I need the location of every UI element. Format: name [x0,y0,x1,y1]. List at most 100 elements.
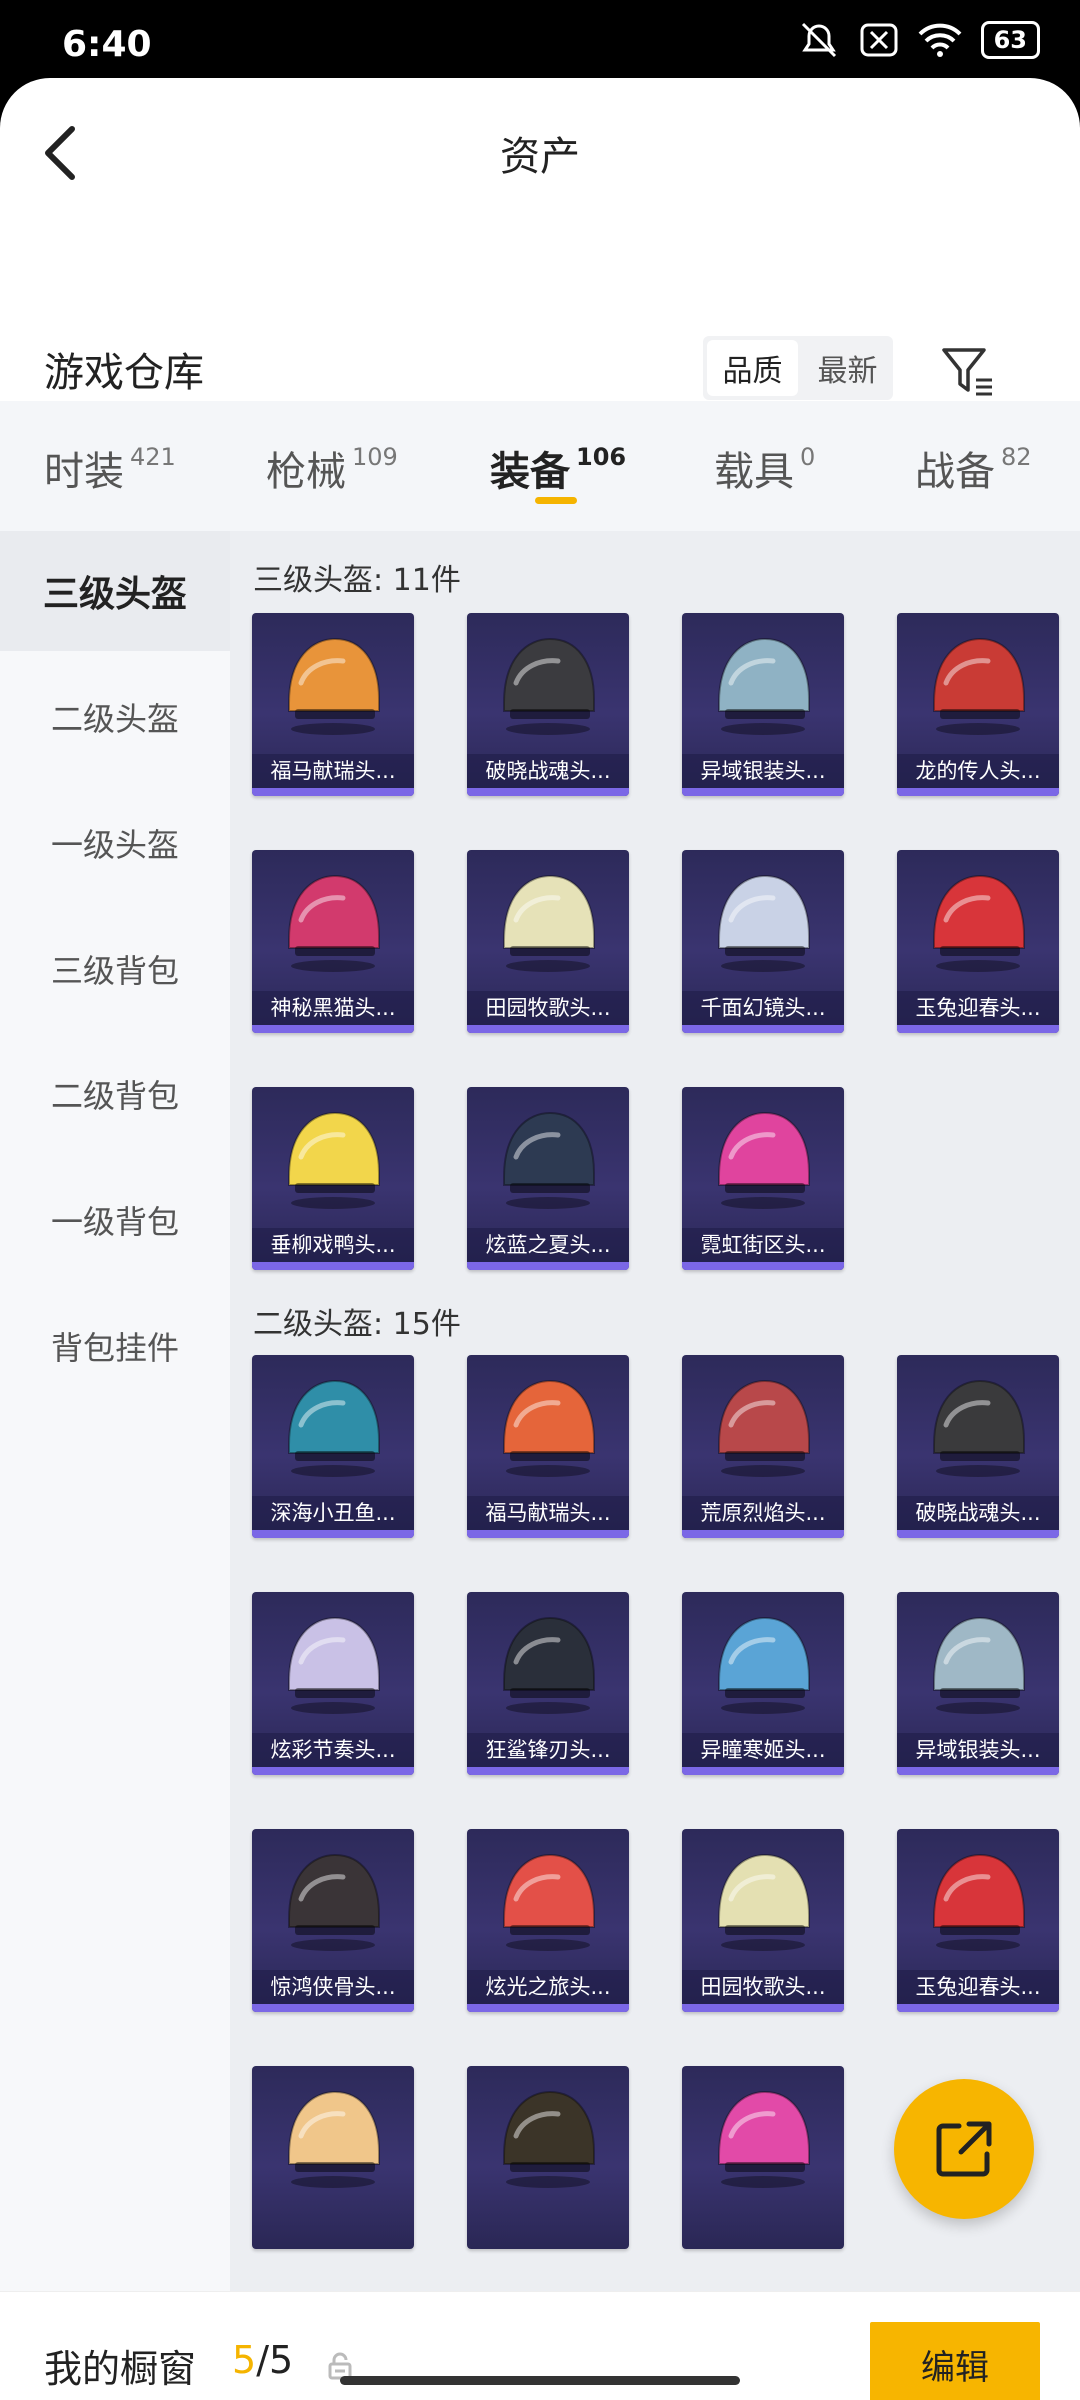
item-name: 炫蓝之夏头... [467,1228,629,1262]
item-card[interactable]: 千面幻镜头... [682,850,844,1033]
helmet-icon [682,1592,844,1732]
share-icon [936,2121,992,2177]
item-name: 破晓战魂头... [467,754,629,788]
item-name: 垂柳戏鸭头... [252,1228,414,1262]
sidebar-item-level2-backpack[interactable]: 二级背包 [0,1034,230,1154]
helmet-icon [252,1829,414,1969]
rarity-bar [682,1262,844,1270]
rarity-bar [467,1262,629,1270]
item-name: 龙的传人头... [897,754,1059,788]
item-card[interactable]: 异域银装头... [897,1592,1059,1775]
tab-label: 时装 [44,449,124,495]
item-card[interactable] [467,2066,629,2249]
sidebar-item-level1-backpack[interactable]: 一级背包 [0,1160,230,1280]
helmet-icon [682,1829,844,1969]
filter-icon[interactable] [940,344,996,400]
helmet-icon [252,850,414,990]
status-icons: 63 [797,20,1040,60]
item-card[interactable]: 狂鲨锋刃头... [467,1592,629,1775]
item-grid-area[interactable]: 三级头盔: 11件 二级头盔: 15件 福马献瑞头... 破晓战魂头... 异域银装… [230,531,1080,2291]
rarity-bar [897,1530,1059,1538]
sidebar-item-level2-helmet[interactable]: 二级头盔 [0,657,230,777]
sort-quality-button[interactable]: 品质 [707,340,798,396]
asset-page: 资产 游戏仓库 品质 最新 时装 421 枪械 109 装备 106 载具 0 战备 82… [0,78,1080,2400]
tab-label: 载具 [714,449,794,495]
sidebar-item-level1-helmet[interactable]: 一级头盔 [0,783,230,903]
tab-label: 战备 [915,449,995,495]
item-card[interactable]: 龙的传人头... [897,613,1059,796]
rarity-bar [252,1530,414,1538]
helmet-icon [467,1592,629,1732]
sidebar-item-backpack-charms[interactable]: 背包挂件 [0,1286,230,1406]
rarity-bar [252,1025,414,1033]
sim-off-icon [860,23,898,57]
item-name: 荒原烈焰头... [682,1496,844,1530]
item-card[interactable]: 炫彩节奏头... [252,1592,414,1775]
item-name: 田园牧歌头... [467,991,629,1025]
tab-equipment[interactable]: 装备 106 [490,439,626,497]
item-card[interactable]: 破晓战魂头... [467,613,629,796]
item-name: 异瞳寒姬头... [682,1733,844,1767]
helmet-icon [897,1355,1059,1495]
sidebar-item-level3-backpack[interactable]: 三级背包 [0,909,230,1029]
rarity-bar [682,2004,844,2012]
item-card[interactable]: 玉兔迎春头... [897,850,1059,1033]
tab-fashion[interactable]: 时装 421 [44,439,176,497]
item-card[interactable]: 田园牧歌头... [682,1829,844,2012]
item-card[interactable]: 田园牧歌头... [467,850,629,1033]
edit-button[interactable]: 编辑 [870,2322,1040,2400]
showcase-current: 5 [232,2338,257,2382]
helmet-icon [467,1829,629,1969]
item-card[interactable]: 惊鸿侠骨头... [252,1829,414,2012]
item-card[interactable]: 荒原烈焰头... [682,1355,844,1538]
rarity-bar [897,1025,1059,1033]
rarity-bar [467,1025,629,1033]
home-indicator[interactable] [340,2376,740,2385]
helmet-icon [467,1355,629,1495]
helmet-icon [682,1087,844,1227]
item-name: 田园牧歌头... [682,1970,844,2004]
item-card[interactable]: 玉兔迎春头... [897,1829,1059,2012]
rarity-bar [682,1530,844,1538]
tab-firearms[interactable]: 枪械 109 [266,439,398,497]
helmet-icon [682,2066,844,2206]
wifi-icon [918,23,962,57]
item-card[interactable]: 神秘黑猫头... [252,850,414,1033]
item-name: 破晓战魂头... [897,1496,1059,1530]
tab-vehicles[interactable]: 载具 0 [714,439,815,497]
helmet-icon [897,850,1059,990]
helmet-icon [467,1087,629,1227]
item-card[interactable] [252,2066,414,2249]
helmet-icon [467,2066,629,2206]
item-card[interactable]: 福马献瑞头... [467,1355,629,1538]
helmet-icon [682,1355,844,1495]
helmet-icon [897,1829,1059,1969]
item-card[interactable]: 垂柳戏鸭头... [252,1087,414,1270]
tab-combat-supplies[interactable]: 战备 82 [915,439,1032,497]
item-card[interactable]: 炫光之旅头... [467,1829,629,2012]
helmet-icon [252,1087,414,1227]
sort-newest-button[interactable]: 最新 [802,336,893,400]
item-card[interactable] [682,2066,844,2249]
rarity-bar [682,1767,844,1775]
item-card[interactable]: 异瞳寒姬头... [682,1592,844,1775]
rarity-bar [897,788,1059,796]
item-card[interactable]: 异域银装头... [682,613,844,796]
helmet-icon [682,850,844,990]
helmet-icon [252,2066,414,2206]
item-card[interactable]: 深海小丑鱼... [252,1355,414,1538]
sidebar-item-level3-helmet[interactable]: 三级头盔 [0,531,230,651]
share-button[interactable] [894,2079,1034,2219]
item-name: 狂鲨锋刃头... [467,1733,629,1767]
item-card[interactable]: 炫蓝之夏头... [467,1087,629,1270]
item-card[interactable]: 福马献瑞头... [252,613,414,796]
item-name: 炫彩节奏头... [252,1733,414,1767]
item-card[interactable]: 破晓战魂头... [897,1355,1059,1538]
item-name: 神秘黑猫头... [252,991,414,1025]
helmet-icon [897,613,1059,753]
item-name: 炫光之旅头... [467,1970,629,2004]
item-card[interactable]: 霓虹街区头... [682,1087,844,1270]
mute-icon [801,22,836,58]
helmet-icon [252,613,414,753]
section-title-level3: 三级头盔: 11件 [253,563,461,598]
